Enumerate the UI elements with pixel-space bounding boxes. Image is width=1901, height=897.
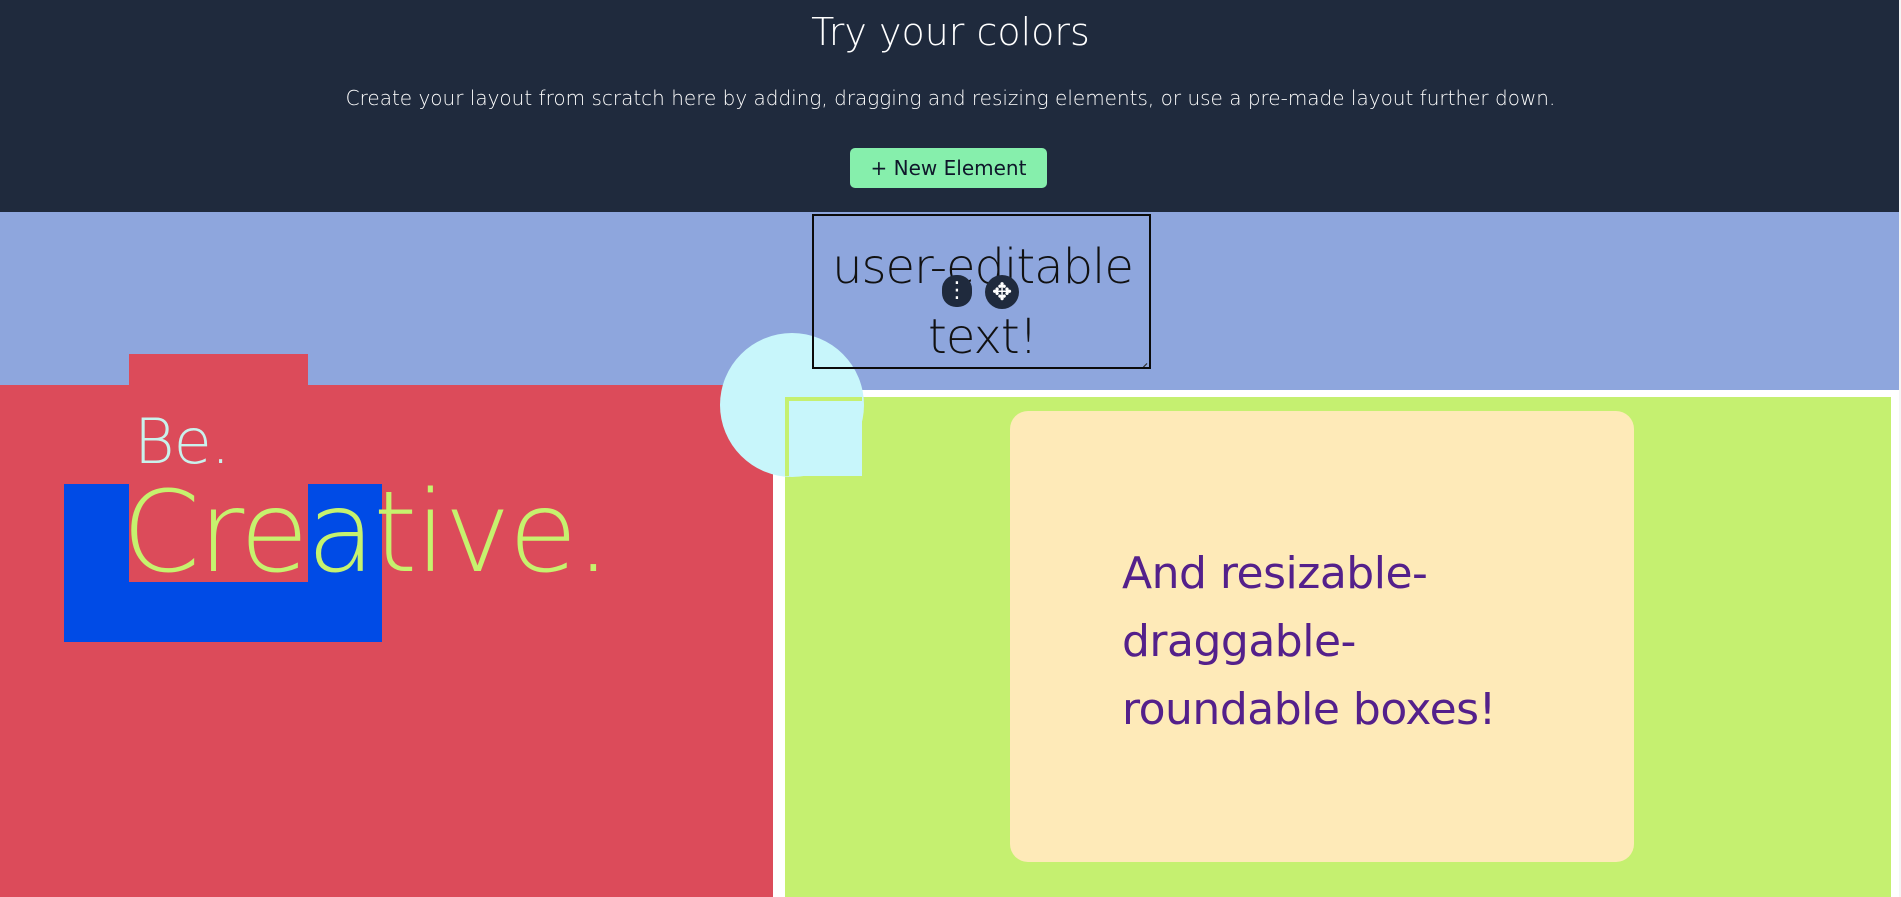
page-description: Create your layout from scratch here by … [345,86,1556,110]
editable-text[interactable]: user-editable text! [820,232,1145,367]
box-feature-text[interactable]: And resizable-draggable-roundable boxes! [1122,540,1542,744]
creative-headline-text[interactable]: Creative. [122,468,611,598]
dots-vertical-icon[interactable]: ⋮ [942,275,972,307]
header-section: Try your colors Create your layout from … [0,0,1901,212]
color-playground: Try your colors Create your layout from … [0,0,1901,897]
rounded-cream-box[interactable]: And resizable-draggable-roundable boxes! [1010,411,1634,862]
cyan-square-shape[interactable] [785,397,862,476]
new-element-button[interactable]: + New Element [850,148,1047,188]
page-title: Try your colors [811,10,1090,54]
resize-handle-icon[interactable] [1137,355,1147,365]
editable-text-box[interactable]: user-editable text! [812,214,1151,369]
move-arrows-icon[interactable]: ✥ [985,275,1019,309]
